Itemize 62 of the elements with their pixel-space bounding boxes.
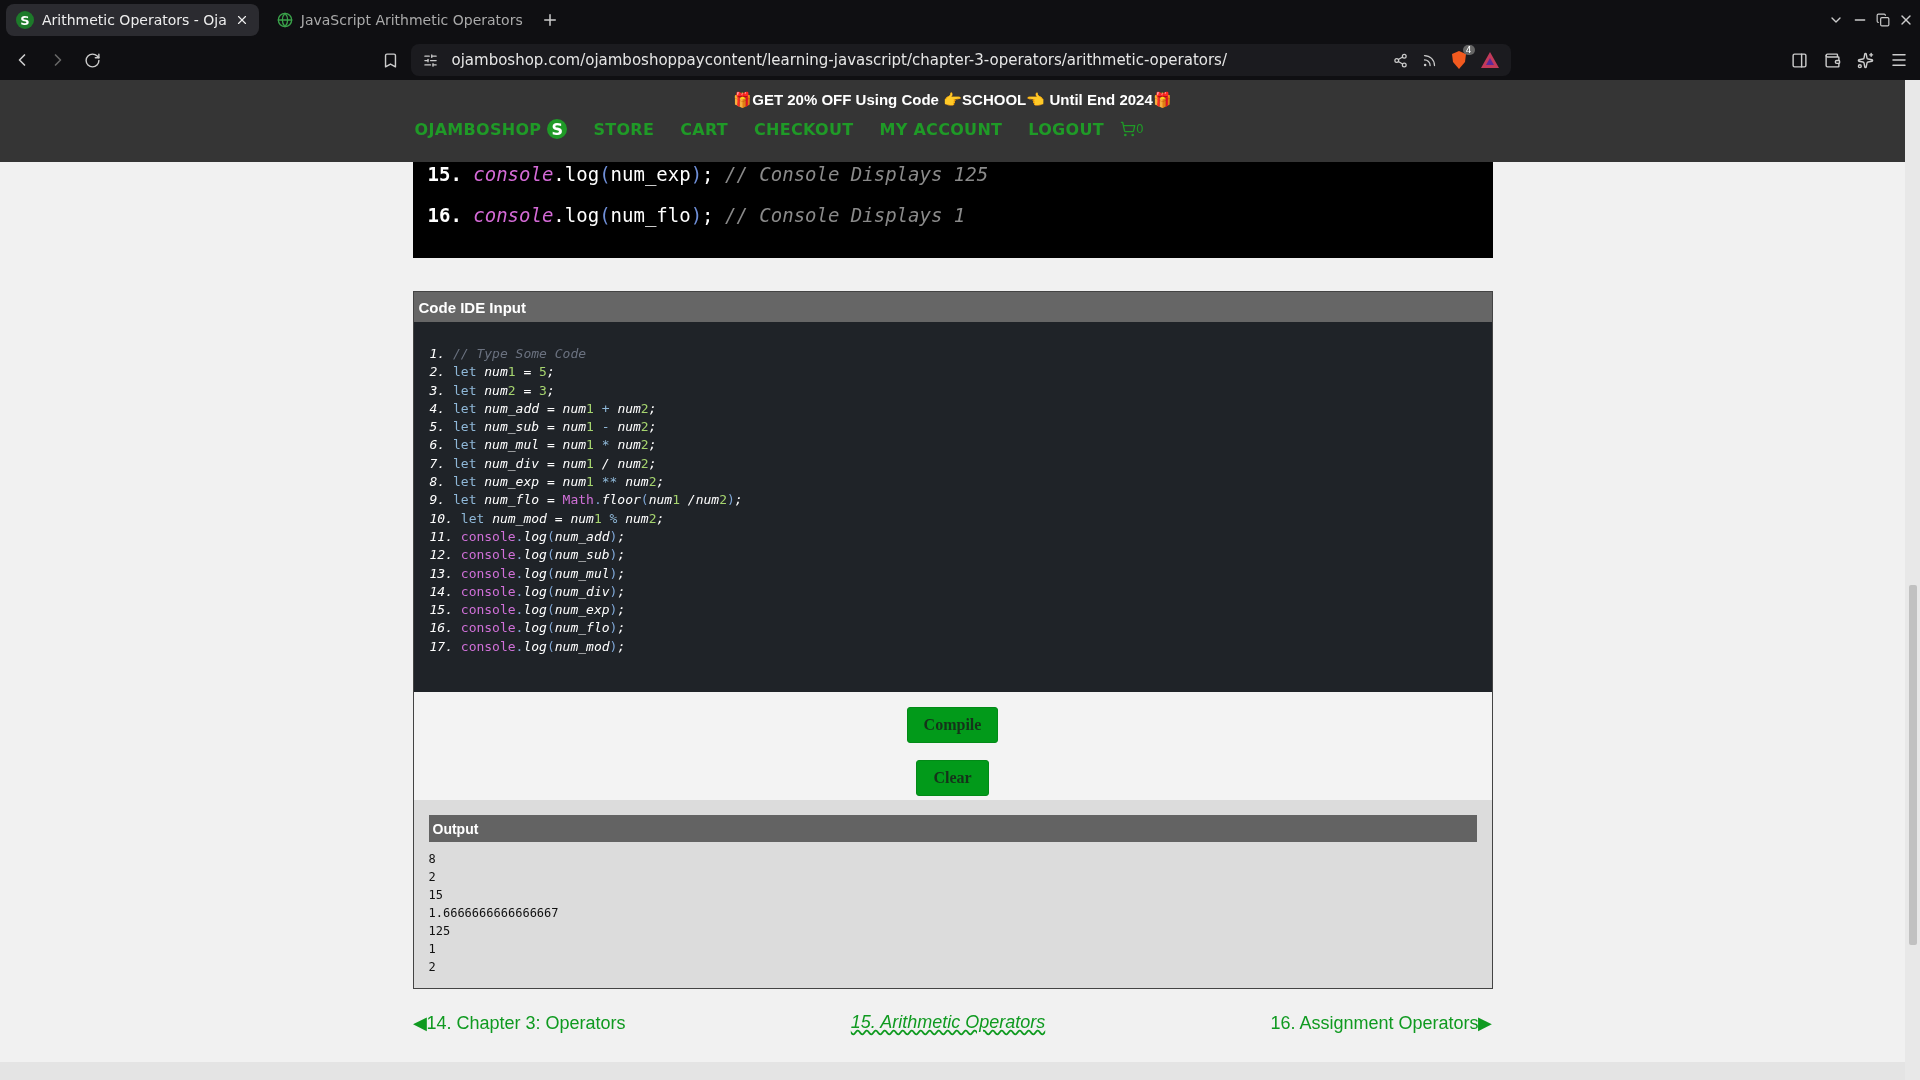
code-line: 17. console.log(num_mod); <box>429 637 626 656</box>
sparkles-icon[interactable] <box>1857 51 1874 69</box>
brand-link[interactable]: OJAMBOSHOP S <box>414 119 568 139</box>
browser-tab[interactable]: JavaScript Arithmetic Operators <box>266 4 533 36</box>
address-bar[interactable]: ojamboshop.com/ojamboshoppaycontent/learning-javascript/chapter-3-operators/arithmetic-operators/ 4 <box>410 44 1511 76</box>
globe-icon <box>276 12 293 28</box>
reload-icon[interactable] <box>84 51 101 69</box>
brand-logo: S <box>547 119 568 139</box>
rss-icon[interactable] <box>1421 52 1437 68</box>
code-line: 5. let num_sub = num1 - num2; <box>429 418 657 437</box>
clear-button[interactable]: Clear <box>916 760 989 797</box>
shields-count: 4 <box>1462 45 1475 55</box>
code-line: 15. console.log(num_exp); <box>429 601 626 620</box>
next-link[interactable]: 16. Assignment Operators▶ <box>1270 1012 1493 1035</box>
code-line: 9. let num_flo = Math.floor(num1 /num2); <box>429 491 743 510</box>
code-line: 10. let num_mod = num1 % num2; <box>429 509 665 528</box>
code-line: 13. console.log(num_mul); <box>429 564 626 583</box>
site-logo: S <box>16 11 34 29</box>
nav-link[interactable]: MY ACCOUNT <box>879 119 1003 139</box>
output-line: 2 <box>428 869 436 887</box>
code-line: 6. let num_mul = num1 * num2; <box>429 436 657 455</box>
code-line: 12. console.log(num_sub); <box>429 546 626 565</box>
lion-shield-icon[interactable] <box>1450 51 1467 69</box>
code-line: 11. console.log(num_add); <box>429 527 626 546</box>
current-page-link[interactable]: 15. Arithmetic Operators <box>850 1012 1046 1035</box>
code-editor[interactable] <box>413 322 1492 693</box>
previous-link[interactable]: ◀14. Chapter 3: Operators <box>412 1012 626 1035</box>
triangle-icon[interactable] <box>1480 52 1499 68</box>
compile-button[interactable]: Compile <box>906 707 999 744</box>
code-line: 2. let num1 = 5; <box>429 363 555 382</box>
wallet-icon[interactable] <box>1824 51 1841 69</box>
nav-link[interactable]: CART <box>680 119 729 139</box>
code-line: 8. let num_exp = num1 ** num2; <box>429 473 665 492</box>
output-line: 15 <box>428 887 443 905</box>
output-header: Output <box>428 815 1477 843</box>
cart-count: 0 <box>1135 122 1144 136</box>
cart-icon[interactable] <box>1119 121 1136 137</box>
code-line: 16. console.log(num_flo); <box>429 619 626 638</box>
code-line: 15. console.log(num_exp); // Console Displays 125 <box>427 162 990 188</box>
code-line: 4. let num_add = num1 + num2; <box>429 399 657 418</box>
code-line: 1. // Type Some Code <box>429 345 587 363</box>
output-line: 2 <box>428 959 436 977</box>
restore-icon[interactable] <box>1876 13 1890 27</box>
menu-icon[interactable] <box>1890 51 1908 69</box>
output-line: 8 <box>428 851 436 869</box>
code-line: 14. console.log(num_div); <box>429 582 626 601</box>
output-line: 1.6666666666666667 <box>428 905 559 923</box>
ide-header: Code IDE Input <box>413 292 1492 322</box>
nav-link[interactable]: CHECKOUT <box>754 119 854 139</box>
code-line: 3. let num2 = 3; <box>429 381 555 400</box>
code-line: 7. let num_div = num1 / num2; <box>429 454 657 473</box>
promo-text: 🎁GET 20% OFF Using Code 👉SCHOOL👈 Until End 2024🎁 <box>733 91 1172 109</box>
sidebar-icon[interactable] <box>1791 51 1808 69</box>
scrollbar-thumb[interactable] <box>1908 585 1917 945</box>
nav-link[interactable]: LOGOUT <box>1028 119 1104 139</box>
output-line: 1 <box>428 941 436 959</box>
nav-link[interactable]: STORE <box>593 119 655 139</box>
code-line: 16. console.log(num_flo); // Console Displays 1 <box>427 203 967 229</box>
browser-tab[interactable]: S Arithmetic Operators - Oja <box>6 4 259 36</box>
share-icon[interactable] <box>1392 52 1408 68</box>
site-settings-icon[interactable] <box>422 52 438 68</box>
output-line: 125 <box>428 923 451 941</box>
